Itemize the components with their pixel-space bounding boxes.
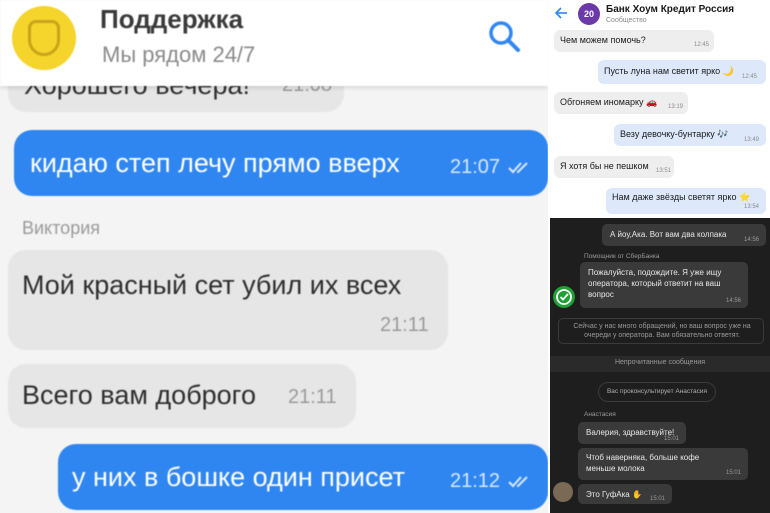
bank-avatar[interactable]: 20: [578, 3, 600, 25]
unread-label: Непрочитанные сообщения: [614, 359, 706, 366]
home-credit-chat-panel: 20 Банк Хоум Кредит Россия Сообщество Че…: [550, 0, 770, 218]
sber-chat-panel: А йоу,Ака. Вот вам два колпака 14:56 Пом…: [550, 218, 770, 513]
message-text: Везу девочку-бунтарку 🎶: [620, 129, 729, 139]
message-text: А йоу,Ака. Вот вам два колпака: [610, 230, 727, 239]
message-time: 21:07: [450, 156, 501, 178]
message-bubble-outgoing: Пусть луна нам светит ярко 🌙 12:45: [598, 60, 766, 84]
chat-subtitle: Мы рядом 24/7: [102, 42, 256, 67]
double-check-icon: [508, 476, 528, 488]
message-bubble-incoming: Пожалуйста, подождите. Я уже ищу операто…: [580, 262, 748, 308]
chat-title: Поддержка: [100, 4, 244, 34]
message-bubble-incoming: Обгоняем иномарку 🚗 13:19: [554, 92, 688, 114]
notice-text: Сейчас у нас много обращений, но ваш воп…: [573, 323, 751, 339]
message-time: 13:54: [744, 204, 760, 210]
message-bubble-incoming: Всего вам доброго 21:11: [8, 364, 356, 428]
message-bubble-outgoing: А йоу,Ака. Вот вам два колпака 14:56: [602, 224, 766, 246]
operator-label: Анастасия: [584, 411, 616, 418]
message-time: 21:11: [380, 314, 429, 336]
message-time: 15:01: [726, 470, 742, 476]
message-time: 13:49: [744, 137, 760, 143]
message-bubble-incoming: Я хотя бы не пешком 13:51: [554, 156, 674, 178]
message-text: Я хотя бы не пешком: [560, 161, 649, 171]
support-chat-panel: Поддержка Мы рядом 24/7 Хорошего вечера!…: [0, 0, 548, 513]
chat-subtitle: Сообщество: [606, 17, 647, 24]
message-bubble-incoming: Валерия, здравствуйте! 15:01: [578, 422, 686, 444]
sender-name: Виктория: [22, 218, 101, 238]
message-time: 15:01: [664, 436, 680, 442]
message-text: Пусть луна нам светит ярко 🌙: [604, 66, 734, 76]
message-bubble-incoming: Это ГуфАка ✋ 15:01: [578, 484, 672, 504]
back-arrow-icon[interactable]: [554, 6, 568, 20]
sber-assistant-icon: [553, 286, 575, 308]
message-bubble-outgoing: Везу девочку-бунтарку 🎶 13:49: [614, 124, 766, 146]
message-time: 15:01: [650, 496, 666, 502]
message-text: Нам даже звёзды светят ярко ⭐: [612, 192, 751, 202]
message-text: Обгоняем иномарку 🚗: [560, 97, 658, 107]
message-time: 13:51: [656, 168, 672, 174]
message-time: 21:11: [288, 386, 337, 408]
message-text: Всего вам доброго: [22, 380, 256, 410]
message-text: Мой красный сет убил их всех: [22, 270, 402, 300]
message-bubble-outgoing: у них в бошке один присет 21:12: [58, 444, 548, 510]
message-text: у них в бошке один присет: [72, 462, 405, 492]
message-time: 14:56: [726, 298, 742, 304]
message-bubble-incoming: Чем можем помочь? 12:45: [554, 30, 714, 52]
message-bubble-outgoing: кидаю степ лечу прямо вверх 21:07: [14, 130, 548, 196]
queue-notice: Сейчас у нас много обращений, но ваш воп…: [558, 318, 764, 344]
message-bubble-outgoing: Нам даже звёзды светят ярко ⭐ 13:54: [606, 188, 766, 214]
consultant-text: Вас проконсультирует Анастасия: [606, 388, 708, 395]
message-time: 12:45: [742, 74, 758, 80]
message-text: Чтоб наверняка, больше кофе меньше молок…: [586, 453, 700, 473]
assistant-label: Помощник от СберБанка: [584, 253, 660, 260]
message-text: Чем можем помочь?: [560, 35, 646, 45]
message-text: Валерия, здравствуйте!: [586, 428, 675, 437]
message-bubble-incoming: Чтоб наверняка, больше кофе меньше молок…: [578, 448, 748, 480]
message-text: Это ГуфАка ✋: [586, 490, 642, 499]
message-time: 14:56: [744, 237, 760, 243]
chat-title: Банк Хоум Кредит Россия: [606, 4, 735, 15]
double-check-icon: [508, 162, 528, 174]
tinkoff-logo-icon: [12, 6, 76, 70]
message-time: 12:45: [694, 42, 710, 48]
message-text: Пожалуйста, подождите. Я уже ищу операто…: [588, 268, 722, 299]
operator-avatar: [553, 482, 573, 502]
consultant-badge: Вас проконсультирует Анастасия: [598, 382, 716, 402]
unread-divider: Непрочитанные сообщения: [550, 356, 770, 372]
chat-header: 20 Банк Хоум Кредит Россия Сообщество: [550, 0, 770, 28]
message-time: 21:12: [450, 470, 501, 492]
search-icon[interactable]: [486, 18, 522, 54]
message-time: 13:19: [668, 104, 684, 110]
chat-header: Поддержка Мы рядом 24/7: [0, 0, 548, 86]
message-text: кидаю степ лечу прямо вверх: [30, 148, 400, 178]
message-bubble-incoming: Мой красный сет убил их всех 21:11: [8, 250, 448, 350]
